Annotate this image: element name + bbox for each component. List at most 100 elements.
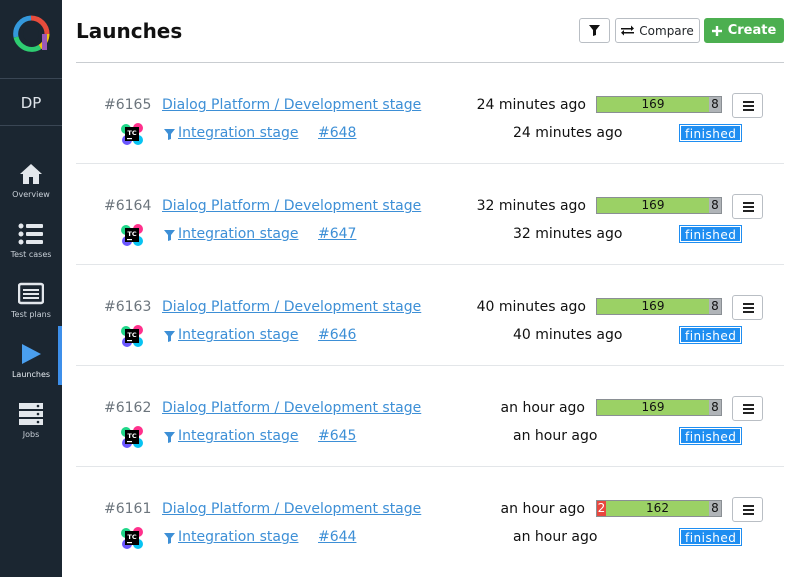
launch-name-link[interactable]: Dialog Platform / Development stage [162,198,421,214]
svg-text:TC: TC [127,129,136,137]
filter-icon[interactable] [164,129,175,140]
sidebar-item-test-cases[interactable]: Test cases [0,208,62,268]
launch-row: #6162 Dialog Platform / Development stag… [76,366,784,467]
create-label: Create [727,23,777,38]
launch-menu-button[interactable] [732,497,763,522]
test-stats-bar[interactable]: 169 8 [596,298,722,315]
skipped-count: 8 [709,400,721,415]
filter-icon[interactable] [164,230,175,241]
build-number-link[interactable]: #648 [318,125,356,141]
home-icon [20,164,42,184]
status-badge: finished [678,225,743,243]
job-name-link[interactable]: Integration stage [178,529,298,545]
main-content: Launches Compare Create #6165 Dialog Pla… [62,0,797,577]
sidebar-item-jobs[interactable]: Jobs [0,388,62,448]
build-number-link[interactable]: #644 [318,529,356,545]
filter-button[interactable] [579,18,610,43]
teamcity-icon: TC [121,224,143,246]
test-stats-bar[interactable]: 169 8 [596,197,722,214]
launch-row: #6163 Dialog Platform / Development stag… [76,265,784,366]
passed-count: 169 [597,198,709,213]
compare-label: Compare [639,23,694,38]
launch-time: an hour ago [500,400,585,416]
status-badge: finished [678,124,743,142]
job-time: an hour ago [513,529,598,545]
job-name-link[interactable]: Integration stage [178,327,298,343]
launch-name-link[interactable]: Dialog Platform / Development stage [162,501,421,517]
build-number-link[interactable]: #647 [318,226,356,242]
passed-count: 169 [597,299,709,314]
plus-icon [711,25,722,36]
failed-count: 2 [597,501,606,516]
job-time: 32 minutes ago [513,226,623,242]
job-time: an hour ago [513,428,598,444]
svg-text:TC: TC [127,331,136,339]
launch-number: #6163 [104,299,152,315]
job-time: 40 minutes ago [513,327,623,343]
launch-number: #6164 [104,198,152,214]
filter-icon [589,25,600,36]
teamcity-icon: TC [121,426,143,448]
sidebar-item-label: Launches [11,370,51,379]
list-icon [18,223,43,245]
launch-time: 32 minutes ago [476,198,586,214]
sidebar-item-label: Jobs [22,430,40,439]
skipped-count: 8 [709,299,721,314]
logo[interactable] [0,0,62,79]
compare-button[interactable]: Compare [615,18,700,43]
status-badge: finished [678,427,743,445]
launch-time: an hour ago [500,501,585,517]
sidebar-item-test-plans[interactable]: Test plans [0,268,62,328]
launch-menu-button[interactable] [732,396,763,421]
sidebar-item-label: Test cases [10,250,52,259]
teamcity-icon: TC [121,123,143,145]
launch-number: #6161 [104,501,152,517]
launch-number: #6165 [104,97,152,113]
launch-name-link[interactable]: Dialog Platform / Development stage [162,97,421,113]
launch-number: #6162 [104,400,152,416]
filter-icon[interactable] [164,432,175,443]
launch-menu-button[interactable] [732,194,763,219]
skipped-count: 8 [709,501,721,516]
launch-row: #6165 Dialog Platform / Development stag… [76,63,784,164]
app: DP Overview Test cases Test plans Launch… [0,0,797,577]
svg-text:TC: TC [127,432,136,440]
job-time: 24 minutes ago [513,125,623,141]
sidebar-item-overview[interactable]: Overview [0,148,62,208]
passed-count: 162 [606,501,709,516]
sidebar-item-launches[interactable]: Launches [0,328,62,388]
passed-count: 169 [597,97,709,112]
job-name-link[interactable]: Integration stage [178,125,298,141]
filter-icon[interactable] [164,533,175,544]
status-badge: finished [678,326,743,344]
sidebar-item-label: Overview [12,190,50,199]
test-stats-bar[interactable]: 2 162 8 [596,500,722,517]
exchange-icon [621,25,635,36]
launch-row: #6161 Dialog Platform / Development stag… [76,467,784,568]
sidebar: DP Overview Test cases Test plans Launch… [0,0,62,577]
launch-time: 24 minutes ago [476,97,586,113]
skipped-count: 8 [709,198,721,213]
create-button[interactable]: Create [704,18,784,43]
project-switcher[interactable]: DP [0,80,62,126]
allure-logo-icon [13,15,50,52]
build-number-link[interactable]: #645 [318,428,356,444]
launch-name-link[interactable]: Dialog Platform / Development stage [162,299,421,315]
launch-menu-button[interactable] [732,93,763,118]
job-name-link[interactable]: Integration stage [178,226,298,242]
sidebar-item-label: Test plans [11,310,51,319]
job-name-link[interactable]: Integration stage [178,428,298,444]
launch-row: #6164 Dialog Platform / Development stag… [76,164,784,265]
build-number-link[interactable]: #646 [318,327,356,343]
launch-name-link[interactable]: Dialog Platform / Development stage [162,400,421,416]
svg-text:TC: TC [127,230,136,238]
status-badge: finished [678,528,743,546]
test-plan-icon [18,282,44,305]
filter-icon[interactable] [164,331,175,342]
teamcity-icon: TC [121,527,143,549]
launch-menu-button[interactable] [732,295,763,320]
skipped-count: 8 [709,97,721,112]
launch-time: 40 minutes ago [476,299,586,315]
test-stats-bar[interactable]: 169 8 [596,96,722,113]
test-stats-bar[interactable]: 169 8 [596,399,722,416]
